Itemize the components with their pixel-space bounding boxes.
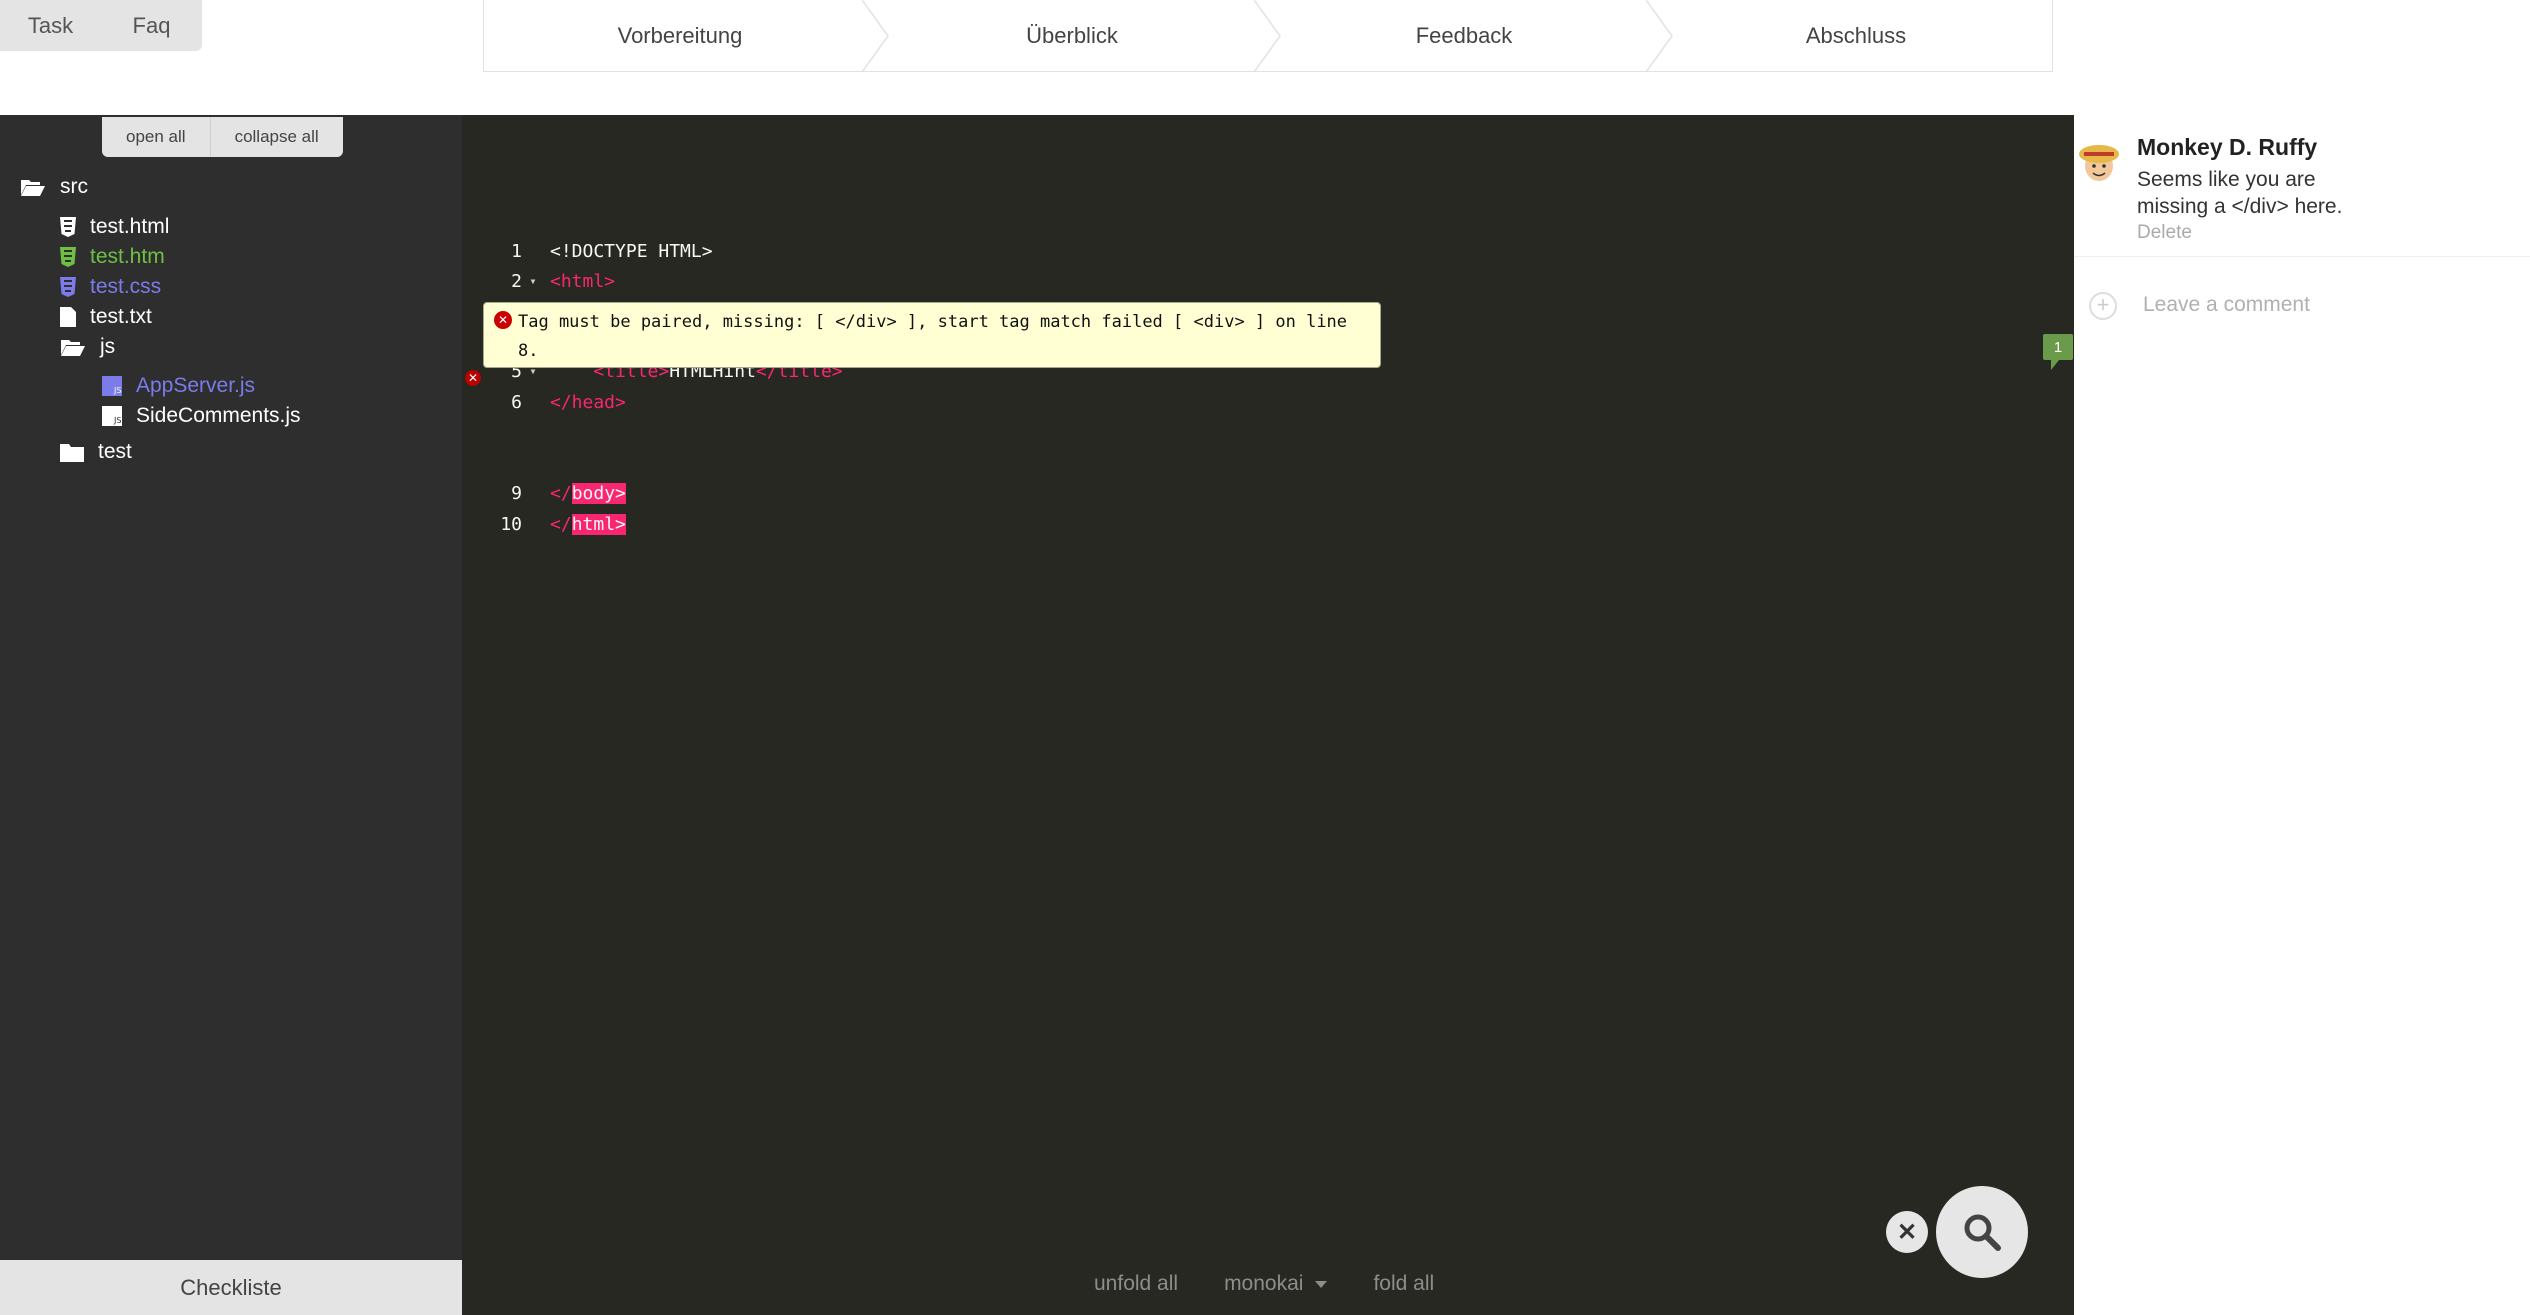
progress-stepper: Vorbereitung Überblick Feedback Abschlus… (483, 0, 2053, 72)
step-abschluss[interactable]: Abschluss (1660, 0, 2052, 71)
file-icon (60, 307, 76, 327)
step-label: Überblick (1026, 22, 1118, 48)
error-icon: ✕ (494, 311, 512, 329)
checkliste-button[interactable]: Checkliste (0, 1260, 462, 1315)
tree-item-label: test.html (90, 215, 170, 238)
unfold-all-button[interactable]: unfold all (1094, 1272, 1178, 1296)
tree-item-label: test.css (90, 275, 162, 298)
fold-all-button[interactable]: fold all (1373, 1272, 1434, 1296)
step-label: Vorbereitung (617, 22, 743, 48)
lint-error-tooltip: ✕ Tag must be paired, missing: [ </div> … (483, 302, 1381, 368)
step-label: Abschluss (1805, 22, 1907, 48)
html5-icon (60, 217, 76, 237)
editor-bottom-bar: unfold all monokai fold all (1094, 1272, 1434, 1296)
tree-item-label: AppServer.js (136, 374, 256, 397)
tree-controls: open all collapse all (102, 117, 343, 157)
tree-file-test-css[interactable]: test.css (60, 275, 161, 299)
add-comment-icon[interactable]: + (2089, 292, 2117, 320)
theme-select-value: monokai (1224, 1272, 1304, 1295)
code-line: 1 <!DOCTYPE HTML> (511, 240, 713, 262)
js-file-icon: JS (102, 406, 122, 426)
svg-text:JS: JS (113, 386, 121, 395)
css3-icon (60, 277, 76, 297)
tab-faq[interactable]: Faq (101, 0, 202, 51)
theme-select[interactable]: monokai (1224, 1272, 1328, 1296)
code-line: 6 </head> (511, 391, 626, 413)
file-tree-sidebar: open all collapse all src test.html test… (0, 115, 462, 1315)
tree-item-label: test.txt (90, 305, 152, 328)
tree-item-label: test.htm (90, 245, 165, 268)
comment-text: Seems like you are missing a </div> here… (2137, 168, 2343, 218)
js-file-icon: JS (102, 376, 122, 396)
search-button[interactable] (1936, 1186, 2028, 1278)
comment-count-badge[interactable]: 1 (2043, 334, 2073, 370)
tree-folder-js[interactable]: js (60, 335, 115, 359)
collapse-all-button[interactable]: collapse all (211, 117, 343, 157)
step-separator-icon (1254, 0, 1281, 72)
tree-file-appserver-js[interactable]: JS AppServer.js (102, 374, 255, 398)
code-line: 9 </body> (511, 482, 626, 504)
step-separator-icon (1646, 0, 1673, 72)
divider (2074, 256, 2530, 257)
top-tabs: Task Faq (0, 0, 202, 51)
step-feedback[interactable]: Feedback (1268, 0, 1673, 72)
code-line: 2 ▾ <html> (511, 270, 616, 292)
delete-comment-link[interactable]: Delete (2137, 222, 2192, 244)
step-vorbereitung[interactable]: Vorbereitung (484, 0, 889, 72)
folder-open-icon (60, 337, 86, 357)
step-separator-icon (862, 0, 889, 72)
tab-task[interactable]: Task (0, 0, 101, 51)
html5-icon (60, 247, 76, 267)
error-marker-icon[interactable]: ✕ (465, 370, 481, 386)
leave-comment-link[interactable]: Leave a comment (2143, 293, 2310, 317)
fold-toggle-icon[interactable]: ▾ (526, 274, 540, 288)
lint-error-message: Tag must be paired, missing: [ </div> ],… (518, 312, 1348, 361)
chevron-down-icon (1315, 1280, 1328, 1288)
close-icon: ✕ (1896, 1218, 1918, 1246)
close-button[interactable]: ✕ (1886, 1211, 1928, 1253)
code-line: 10 </html> (500, 513, 626, 535)
step-ueberblick[interactable]: Überblick (876, 0, 1281, 72)
tree-file-sidecomments-js[interactable]: JS SideComments.js (102, 404, 301, 428)
open-all-button[interactable]: open all (102, 117, 211, 157)
folder-icon (60, 442, 84, 462)
tree-item-label: src (60, 175, 88, 198)
svg-text:JS: JS (113, 416, 121, 425)
tree-file-test-txt[interactable]: test.txt (60, 305, 152, 329)
tree-file-test-htm[interactable]: test.htm (60, 245, 165, 269)
tree-folder-src[interactable]: src (20, 175, 88, 199)
code-editor[interactable]: 1<!DOCTYPE HTML> 2▾<html> 3▾<head> 4 <me… (462, 115, 2074, 1315)
step-label: Feedback (1415, 22, 1513, 48)
search-icon (1964, 1214, 2001, 1251)
folder-open-icon (20, 177, 46, 197)
tree-item-label: test (98, 440, 132, 463)
tree-item-label: SideComments.js (136, 404, 301, 427)
avatar (2079, 145, 2119, 181)
comment-author: Monkey D. Ruffy (2137, 134, 2318, 160)
tree-folder-test[interactable]: test (60, 440, 132, 464)
tree-file-test-html[interactable]: test.html (60, 215, 169, 239)
tree-item-label: js (100, 335, 116, 358)
